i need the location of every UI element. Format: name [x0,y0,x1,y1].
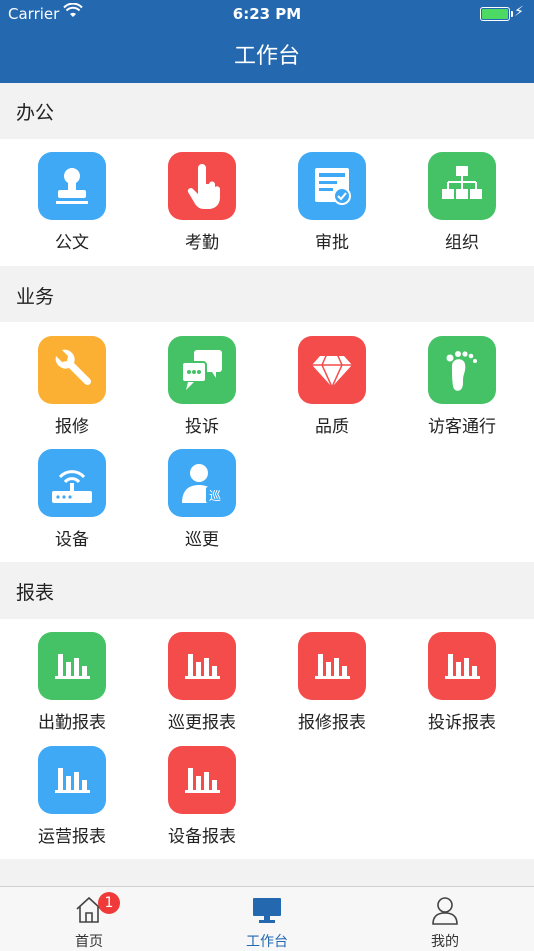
grid-item-attendance[interactable]: 考勤 [137,152,267,253]
touch-icon [168,152,236,220]
approval-icon [298,152,366,220]
status-time: 6:23 PM [232,5,302,23]
grid-item-approval[interactable]: 审批 [267,152,397,253]
tab-label: 我的 [431,934,459,950]
grid-item-label: 公文 [55,233,89,253]
grid-item-document[interactable]: 公文 [7,152,137,253]
grid-item-patrol-report[interactable]: 巡更报表 [137,632,267,733]
user-icon [432,897,458,925]
grid-item-operation-report[interactable]: 运营报表 [7,746,137,847]
bar-chart-icon [168,632,236,700]
grid-item-label: 考勤 [185,233,219,253]
grid-item-visitor[interactable]: 访客通行 [397,336,527,437]
grid-item-label: 报修报表 [298,713,366,733]
grid-item-repair-report[interactable]: 报修报表 [267,632,397,733]
router-icon [38,449,106,517]
bar-chart-icon [38,632,106,700]
grid-item-label: 巡更 [185,530,219,550]
app-header: Carrier 6:23 PM ⚡ 工作台 [0,0,534,83]
org-chart-icon [428,152,496,220]
grid-item-label: 访客通行 [428,417,496,437]
section-business-panel: 报修 投诉 品质 访客通行 设备 巡 巡更 [0,322,534,562]
grid-item-patrol[interactable]: 巡 巡更 [137,449,267,550]
grid-item-label: 报修 [55,417,89,437]
wrench-icon [38,336,106,404]
page-title: 工作台 [233,44,300,69]
grid-item-attendance-report[interactable]: 出勤报表 [7,632,137,733]
section-office-panel: 公文 考勤 审批 组织 [0,139,534,266]
notification-badge: 1 [98,892,120,914]
grid-item-label: 组织 [445,233,479,253]
section-title-reports: 报表 [16,582,55,604]
status-bar: Carrier 6:23 PM ⚡ [0,0,534,28]
grid-item-label: 投诉报表 [428,713,496,733]
grid-item-label: 巡更报表 [168,713,236,733]
tab-mine[interactable]: 我的 [356,887,534,951]
grid-item-label: 品质 [315,417,349,437]
tab-label: 首页 [75,934,103,950]
bar-chart-icon [298,632,366,700]
grid-item-label: 投诉 [185,417,219,437]
charging-icon: ⚡ [514,4,524,20]
grid-item-label: 运营报表 [38,827,106,847]
grid-item-organization[interactable]: 组织 [397,152,527,253]
bar-chart-icon [428,632,496,700]
section-title-business: 业务 [16,286,55,308]
patrol-icon: 巡 [168,449,236,517]
monitor-icon [253,898,281,923]
stamp-icon [38,152,106,220]
grid-item-complaint-report[interactable]: 投诉报表 [397,632,527,733]
tab-label: 工作台 [246,934,288,950]
battery-icon [480,7,513,21]
grid-item-label: 设备报表 [168,827,236,847]
grid-item-repair[interactable]: 报修 [7,336,137,437]
grid-item-label: 出勤报表 [38,713,106,733]
grid-item-label: 审批 [315,233,349,253]
tab-bar: 1 首页 工作台 我的 [0,886,534,951]
chat-icon [168,336,236,404]
grid-item-equipment[interactable]: 设备 [7,449,137,550]
section-reports-panel: 出勤报表 巡更报表 报修报表 投诉报表 运营报表 设备报表 [0,619,534,859]
grid-item-complaint[interactable]: 投诉 [137,336,267,437]
svg-text:巡: 巡 [209,489,221,503]
tab-workbench[interactable]: 工作台 [178,887,356,951]
diamond-icon [298,336,366,404]
tab-home[interactable]: 1 首页 [0,887,178,951]
bar-chart-icon [38,746,106,814]
grid-item-equipment-report[interactable]: 设备报表 [137,746,267,847]
bar-chart-icon [168,746,236,814]
grid-item-quality[interactable]: 品质 [267,336,397,437]
grid-item-label: 设备 [55,530,89,550]
footprint-icon [428,336,496,404]
section-title-office: 办公 [16,102,55,124]
